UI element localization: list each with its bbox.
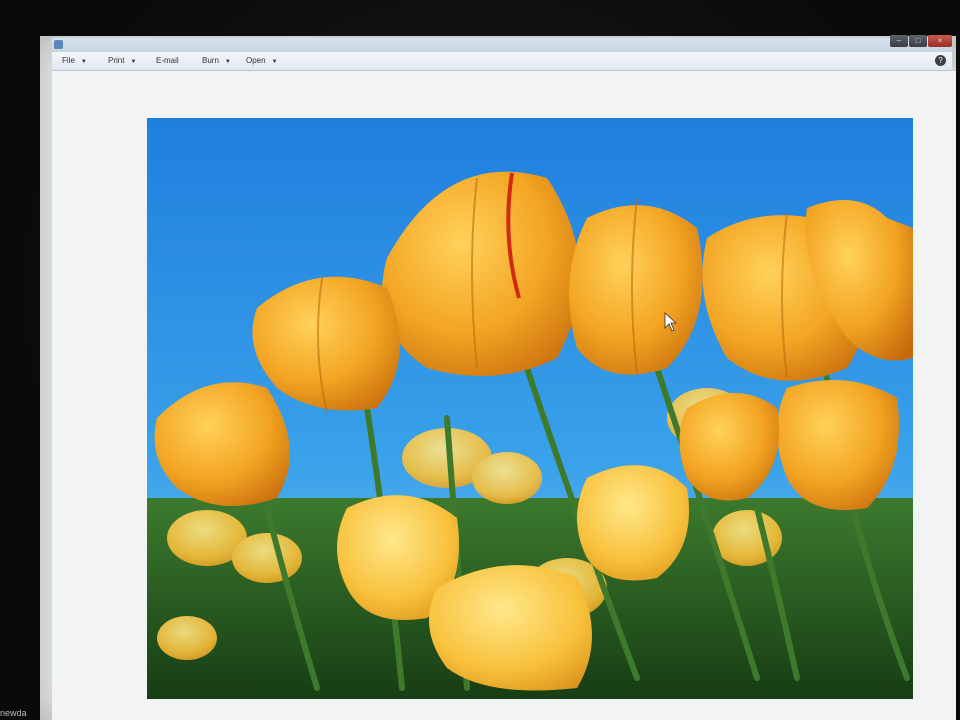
menu-email[interactable]: E-mail [156,56,179,65]
watermark-text: newda [0,708,27,718]
menu-open-label: Open [246,56,266,65]
close-button[interactable]: × [928,35,952,47]
close-icon: × [937,36,943,45]
minimize-button[interactable]: – [890,35,908,47]
chevron-down-icon: ▼ [271,59,278,65]
chevron-down-icon: ▼ [80,59,87,65]
minimize-icon: – [896,36,902,45]
tulip-photo [147,118,913,699]
menu-open[interactable]: Open ▼ [246,56,278,65]
image-viewer-canvas [52,71,956,720]
chevron-down-icon: ▼ [224,59,231,65]
menu-file-label: File [62,56,75,65]
monitor-screen: – □ × File ▼ Print ▼ E-mail Burn ▼ Open ▼ ? [40,35,956,720]
window-controls: – □ × [889,35,952,49]
maximize-icon: □ [915,36,921,45]
menu-burn-label: Burn [202,56,219,65]
menu-file[interactable]: File ▼ [62,56,87,65]
menu-print-label: Print [108,56,125,65]
help-icon[interactable]: ? [935,55,946,66]
menu-bar: File ▼ Print ▼ E-mail Burn ▼ Open ▼ ? [52,52,952,71]
menu-burn[interactable]: Burn ▼ [202,56,231,65]
chevron-down-icon: ▼ [130,59,137,65]
maximize-button[interactable]: □ [909,35,927,47]
app-icon [54,40,63,49]
window-titlebar[interactable]: – □ × [52,35,952,52]
menu-print[interactable]: Print ▼ [108,56,136,65]
menu-email-label: E-mail [156,56,179,65]
